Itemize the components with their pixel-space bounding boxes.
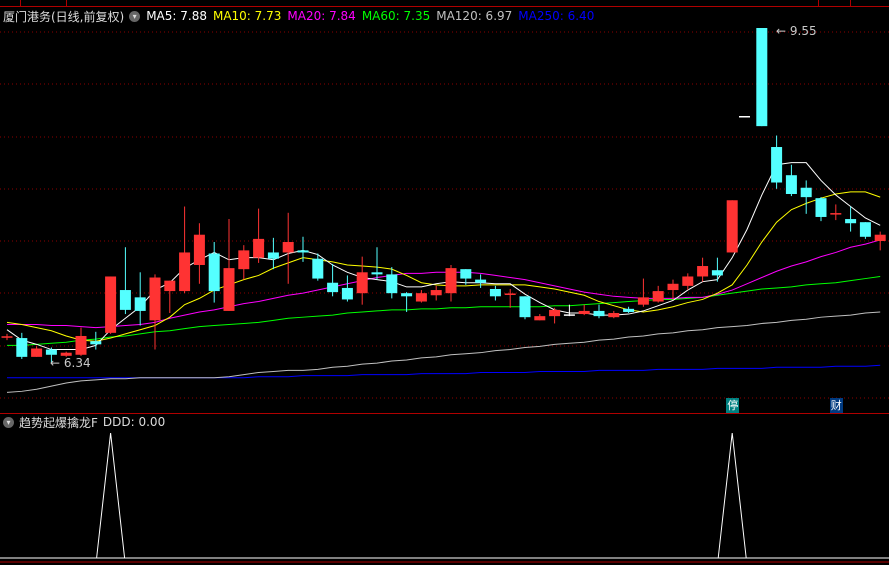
candle-down xyxy=(460,269,472,279)
candle-up xyxy=(549,309,561,317)
ma-line-ma250 xyxy=(7,364,881,379)
candle-down xyxy=(267,252,279,259)
candle-down xyxy=(134,297,146,311)
candle-up xyxy=(608,313,620,318)
candle-up xyxy=(652,291,664,302)
high-price-label: ← 9.55 xyxy=(776,24,817,38)
candle-down xyxy=(785,175,797,194)
candle-up xyxy=(164,280,176,292)
candle-down xyxy=(815,198,827,217)
candle-up xyxy=(253,238,265,258)
candle-up xyxy=(578,310,590,315)
candle-down xyxy=(623,308,635,312)
ma-line-ma10 xyxy=(6,191,881,342)
candle-down xyxy=(593,310,605,317)
candle-down xyxy=(312,258,324,279)
candle-up xyxy=(356,272,368,294)
chevron-down-icon[interactable]: ▾ xyxy=(3,416,14,428)
low-price-label: ← 6.34 xyxy=(50,356,91,370)
candle-down xyxy=(208,253,220,292)
candle-down xyxy=(119,290,131,310)
candle-down xyxy=(327,282,339,293)
candle-up xyxy=(149,277,161,321)
candle-down xyxy=(845,219,857,224)
indicator-spike xyxy=(717,432,747,559)
candle-up xyxy=(238,250,250,270)
candle-down xyxy=(859,222,871,237)
indicator-spike xyxy=(96,432,126,559)
candle-up xyxy=(75,335,87,355)
finance-marker[interactable]: 财 xyxy=(829,398,843,413)
candle-down xyxy=(800,187,812,198)
candle-down xyxy=(756,28,768,127)
candle-up xyxy=(193,234,205,265)
candle-down xyxy=(401,293,413,297)
candle-up xyxy=(637,297,649,305)
candle-up xyxy=(105,276,117,333)
candle-down xyxy=(475,279,487,283)
kline-chart[interactable]: ← 9.55 ← 6.34 xyxy=(0,0,889,565)
candle-down xyxy=(371,272,383,275)
candle-down xyxy=(297,250,309,253)
candle-up xyxy=(415,293,427,302)
suspension-marker[interactable]: 停 xyxy=(726,398,740,413)
ma-line-ma60 xyxy=(7,275,881,346)
candle-down xyxy=(90,341,102,345)
candle-down xyxy=(489,289,501,297)
indicator-legend: ▾ 趋势起爆擒龙F DDD: 0.00 xyxy=(3,414,165,430)
candle-up xyxy=(667,283,679,291)
candle-up xyxy=(223,268,235,311)
candle-down xyxy=(45,349,57,355)
candle-down xyxy=(341,287,353,300)
candle-up xyxy=(682,276,694,286)
candle-up xyxy=(430,290,442,296)
candle-up xyxy=(874,234,886,241)
candle-down xyxy=(711,270,723,276)
candle-up xyxy=(282,242,294,253)
candle-down xyxy=(519,296,531,318)
candle-up xyxy=(726,200,738,253)
candle-up xyxy=(31,348,43,357)
ma-line-ma120 xyxy=(6,311,881,393)
ma-line-ma5 xyxy=(6,162,881,351)
candle-down xyxy=(386,274,398,294)
candle-down xyxy=(16,338,28,357)
ma-line-ma20 xyxy=(7,239,881,329)
candle-up xyxy=(445,268,457,294)
candle-up xyxy=(697,266,709,277)
indicator-value: DDD: 0.00 xyxy=(102,415,166,429)
candle-up xyxy=(534,316,546,321)
candle-up xyxy=(179,252,191,292)
indicator-title: 趋势起爆擒龙F xyxy=(19,415,98,430)
candle-down xyxy=(771,147,783,183)
